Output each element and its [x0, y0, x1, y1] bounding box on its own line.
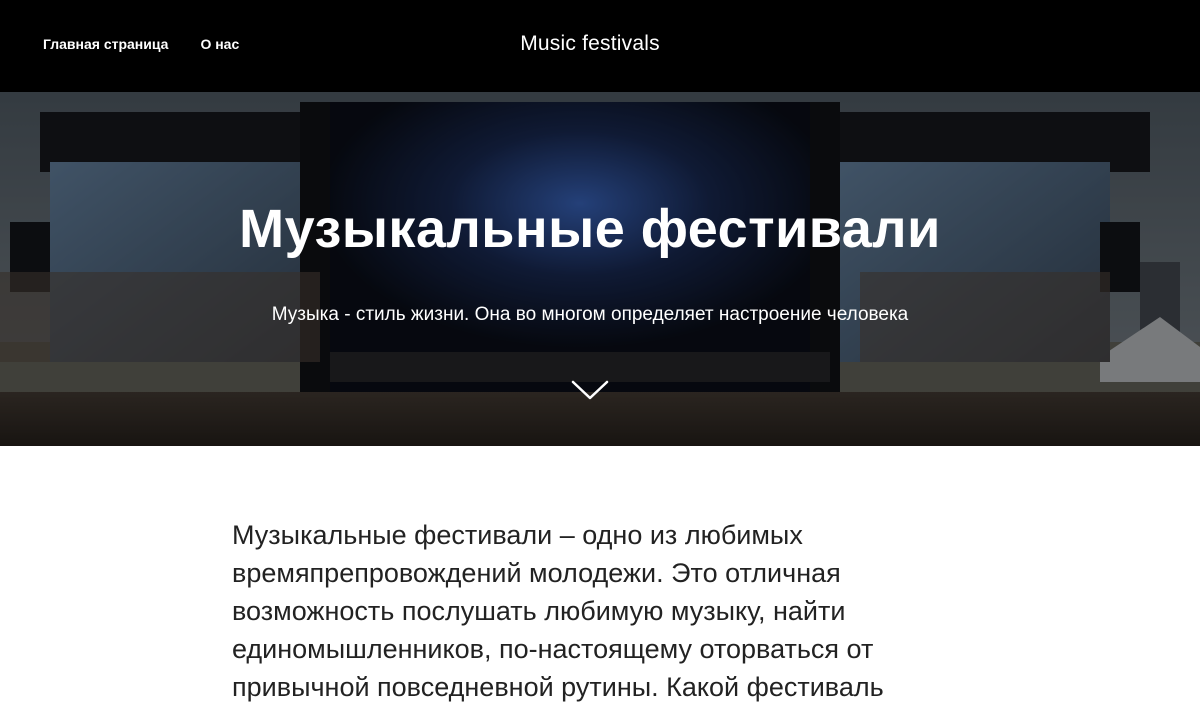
article-intro-text: Музыкальные фестивали – одно из любимых … [232, 520, 884, 702]
chevron-down-icon[interactable] [571, 379, 609, 401]
top-navigation-bar: Главная страница О нас Music festivals [0, 0, 1200, 92]
hero-subtitle: Музыка - стиль жизни. Она во многом опре… [271, 304, 909, 325]
hero-banner: Музыкальные фестивали Музыка - стиль жиз… [0, 92, 1200, 446]
site-title[interactable]: Music festivals [0, 32, 1180, 56]
hero-title: Музыкальные фестивали [239, 199, 941, 259]
